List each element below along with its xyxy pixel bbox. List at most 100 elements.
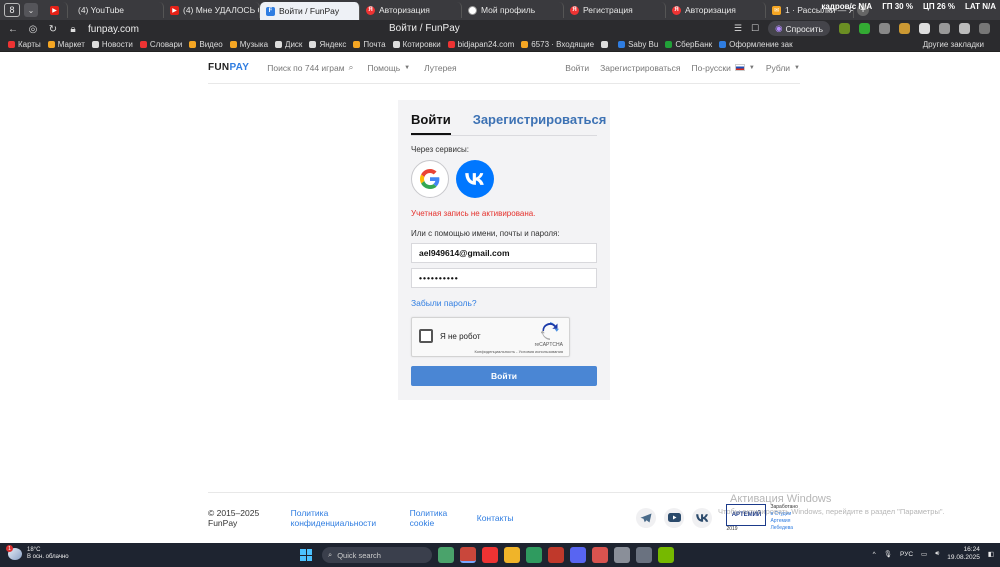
youtube-link[interactable] [664, 507, 685, 528]
chevron-up-icon[interactable]: ^ [873, 551, 876, 558]
tab-authorization-2[interactable]: Я Авторизация [666, 2, 766, 18]
app-icon[interactable] [614, 547, 630, 563]
bookmark-item[interactable]: Видео [189, 40, 223, 49]
contacts-link[interactable]: Контакты [477, 513, 514, 523]
tab-my-profile[interactable]: Мой профиль [462, 2, 564, 18]
header-register-link[interactable]: Зарегистрироваться [600, 63, 680, 73]
tab-youtube-video[interactable]: ▶(4) Мне УДАЛОСЬ Связ [164, 2, 260, 18]
extension-icon-4[interactable] [899, 23, 910, 34]
tab-list-chevron-icon[interactable]: ⌄ [24, 3, 38, 17]
tab-youtube[interactable]: (4) YouTube [68, 2, 164, 18]
monitor-icon[interactable]: ▭ [921, 550, 927, 558]
bookmark-item[interactable]: Диск [275, 40, 302, 49]
discord-icon[interactable] [570, 547, 586, 563]
weather-widget[interactable]: 1 18°C В осн. облачно [6, 545, 69, 561]
reader-mode-icon[interactable]: ☰ [734, 23, 742, 34]
bookmark-item[interactable]: Карты [8, 40, 41, 49]
yandex-profile-icon[interactable]: ◎ [26, 22, 40, 36]
stat-fps: кадров/с N/A [821, 2, 873, 11]
app-icon[interactable] [460, 547, 476, 563]
bookmark-item[interactable]: СберБанк [665, 40, 712, 49]
bookmark-item[interactable]: Музыка [229, 40, 268, 49]
file-explorer-icon[interactable] [504, 547, 520, 563]
bookmark-item[interactable]: Оформление зак [719, 40, 793, 49]
currency-selector[interactable]: Рубли ▼ [766, 63, 800, 73]
header-login-link[interactable]: Войти [565, 63, 589, 73]
extension-icon-5[interactable] [919, 23, 930, 34]
weather-badge: 1 [6, 545, 13, 552]
tab-authorization-1[interactable]: Я Авторизация [360, 2, 462, 18]
help-menu[interactable]: Помощь ▼ [367, 63, 410, 73]
inbox-icon [521, 41, 529, 48]
downloads-icon[interactable] [959, 23, 970, 34]
chevron-down-icon: ▼ [748, 64, 755, 71]
speaker-icon[interactable]: 🔊︎ [935, 550, 939, 558]
system-tray: ^ 🎙︎ РУС ▭ 🔊︎ 16:24 19.08.2025 ◧ [873, 546, 994, 562]
app-icon[interactable] [526, 547, 542, 563]
error-message: Учетная запись не активирована. [411, 209, 536, 218]
mail-icon [353, 41, 361, 48]
vk-link[interactable] [692, 507, 713, 528]
back-arrow-icon[interactable]: ← [6, 22, 20, 36]
reload-icon[interactable]: ↻ [46, 22, 60, 36]
tab-login[interactable]: Войти [411, 112, 451, 135]
bookmark-item[interactable]: Котировки [392, 40, 441, 49]
language-selector[interactable]: По-русски ▼ [691, 63, 754, 73]
extension-icon-6[interactable] [939, 23, 950, 34]
yandex-browser-icon[interactable] [482, 547, 498, 563]
app-icon[interactable] [592, 547, 608, 563]
menu-icon[interactable] [979, 23, 990, 34]
address-bar-actions: ☰ ☐ ◉ Спросить [734, 21, 990, 36]
game-search[interactable]: Поиск по 744 играм ⌕ [267, 62, 353, 73]
cookie-policy-link[interactable]: Политика cookie [410, 508, 465, 528]
youtube-icon [667, 513, 681, 522]
app-icon[interactable] [548, 547, 564, 563]
recaptcha-checkbox[interactable] [419, 329, 433, 343]
bookmark-item[interactable]: Словари [139, 40, 182, 49]
clock[interactable]: 16:24 19.08.2025 [947, 546, 980, 562]
bookmark-item[interactable]: Новости [91, 40, 133, 49]
bookmark-item[interactable]: Почта [353, 40, 386, 49]
password-field[interactable]: •••••••••• [411, 268, 597, 288]
minecraft-icon[interactable] [438, 547, 454, 563]
other-bookmarks[interactable]: Другие закладки [923, 40, 984, 49]
url-field[interactable]: funpay.com [88, 24, 338, 35]
chevron-down-icon: ▼ [794, 64, 800, 71]
forgot-password-link[interactable]: Забыли пароль? [411, 298, 477, 308]
lottery-link[interactable]: Лутерея [424, 63, 457, 73]
bookmark-item[interactable]: Яндекс [309, 40, 346, 49]
lock-icon[interactable]: 🔒︎ [66, 22, 80, 36]
google-login-button[interactable] [411, 160, 449, 198]
microphone-icon[interactable]: 🎙︎ [884, 550, 892, 558]
vk-login-button[interactable] [456, 160, 494, 198]
bookmark-item[interactable]: Маркет [47, 40, 85, 49]
tab-counter[interactable]: 8 [4, 3, 20, 17]
bookmark-icon[interactable]: ☐ [751, 23, 759, 34]
tab-register[interactable]: Зарегистрироваться [473, 112, 607, 135]
ask-alice-button[interactable]: ◉ Спросить [768, 21, 830, 36]
vk-icon [465, 173, 484, 185]
russian-flag-icon [734, 64, 745, 71]
login-submit-button[interactable]: Войти [411, 366, 597, 386]
privacy-policy-link[interactable]: Политика конфиденциальности [291, 508, 398, 528]
tab-pinned[interactable]: ▶ [44, 2, 68, 18]
bookmark-item[interactable] [601, 41, 611, 48]
settings-icon[interactable] [636, 547, 652, 563]
language-indicator[interactable]: РУС [900, 551, 913, 558]
bookmark-item[interactable]: bidjapan24.com [447, 40, 514, 49]
windows-start-icon[interactable] [300, 549, 312, 561]
bookmark-item[interactable]: 6573 · Входящие [521, 40, 594, 49]
nvidia-icon[interactable] [658, 547, 674, 563]
extension-icon-3[interactable] [879, 23, 890, 34]
notification-icon[interactable]: ◧ [988, 550, 994, 558]
telegram-link[interactable] [636, 507, 657, 528]
tab-funpay-login[interactable]: F Войти / FunPay [260, 2, 360, 20]
extension-icon-2[interactable] [859, 23, 870, 34]
bookmark-item[interactable]: Saby Bu [618, 40, 658, 49]
taskbar-search[interactable]: ⌕ Quick search [322, 547, 432, 563]
funpay-logo[interactable]: FUNPAY [208, 62, 249, 73]
tab-registration[interactable]: Я Регистрация [564, 2, 666, 18]
email-field[interactable]: ael949614@gmail.com [411, 243, 597, 263]
recaptcha-links[interactable]: Конфиденциальность - Условия использован… [474, 349, 563, 354]
extension-icon-1[interactable] [839, 23, 850, 34]
